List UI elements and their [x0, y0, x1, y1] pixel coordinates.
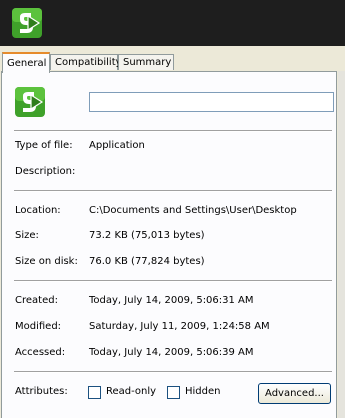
advanced-button[interactable]: Advanced... [258, 383, 331, 404]
tab-general[interactable]: General [2, 52, 50, 73]
properties-dialog: General Compatibility Summary Type of fi… [0, 46, 345, 418]
file-icon [15, 87, 45, 117]
separator [14, 371, 332, 373]
size-value: 73.2 KB (75,013 bytes) [89, 230, 205, 241]
file-name-input[interactable] [89, 92, 334, 112]
hidden-checkbox-label[interactable]: Hidden [185, 386, 220, 397]
application-icon [12, 8, 42, 38]
tab-strip: General Compatibility Summary [0, 52, 345, 73]
accessed-value: Today, July 14, 2009, 5:06:39 AM [89, 347, 254, 358]
separator [14, 130, 332, 132]
tab-compatibility[interactable]: Compatibility [50, 54, 122, 70]
modified-label: Modified: [15, 321, 62, 332]
description-label: Description: [15, 166, 76, 177]
readonly-checkbox[interactable] [88, 386, 101, 399]
size-on-disk-value: 76.0 KB (77,824 bytes) [89, 256, 205, 267]
hidden-checkbox[interactable] [167, 386, 180, 399]
type-of-file-value: Application [89, 140, 145, 151]
separator [14, 190, 332, 192]
accessed-label: Accessed: [15, 347, 66, 358]
tab-summary[interactable]: Summary [118, 54, 174, 70]
dialog-edge [338, 71, 345, 418]
size-label: Size: [15, 230, 39, 241]
created-label: Created: [15, 295, 58, 306]
readonly-checkbox-label[interactable]: Read-only [106, 386, 156, 397]
title-bar [0, 0, 345, 46]
general-panel: Type of file: Application Description: L… [1, 71, 337, 418]
location-value: C:\Documents and Settings\User\Desktop [89, 205, 297, 216]
type-of-file-label: Type of file: [15, 140, 73, 151]
location-label: Location: [15, 205, 61, 216]
attributes-label: Attributes: [15, 386, 68, 397]
separator [14, 280, 332, 282]
created-value: Today, July 14, 2009, 5:06:31 AM [89, 295, 254, 306]
modified-value: Saturday, July 11, 2009, 1:24:58 AM [89, 321, 270, 332]
size-on-disk-label: Size on disk: [15, 256, 78, 267]
